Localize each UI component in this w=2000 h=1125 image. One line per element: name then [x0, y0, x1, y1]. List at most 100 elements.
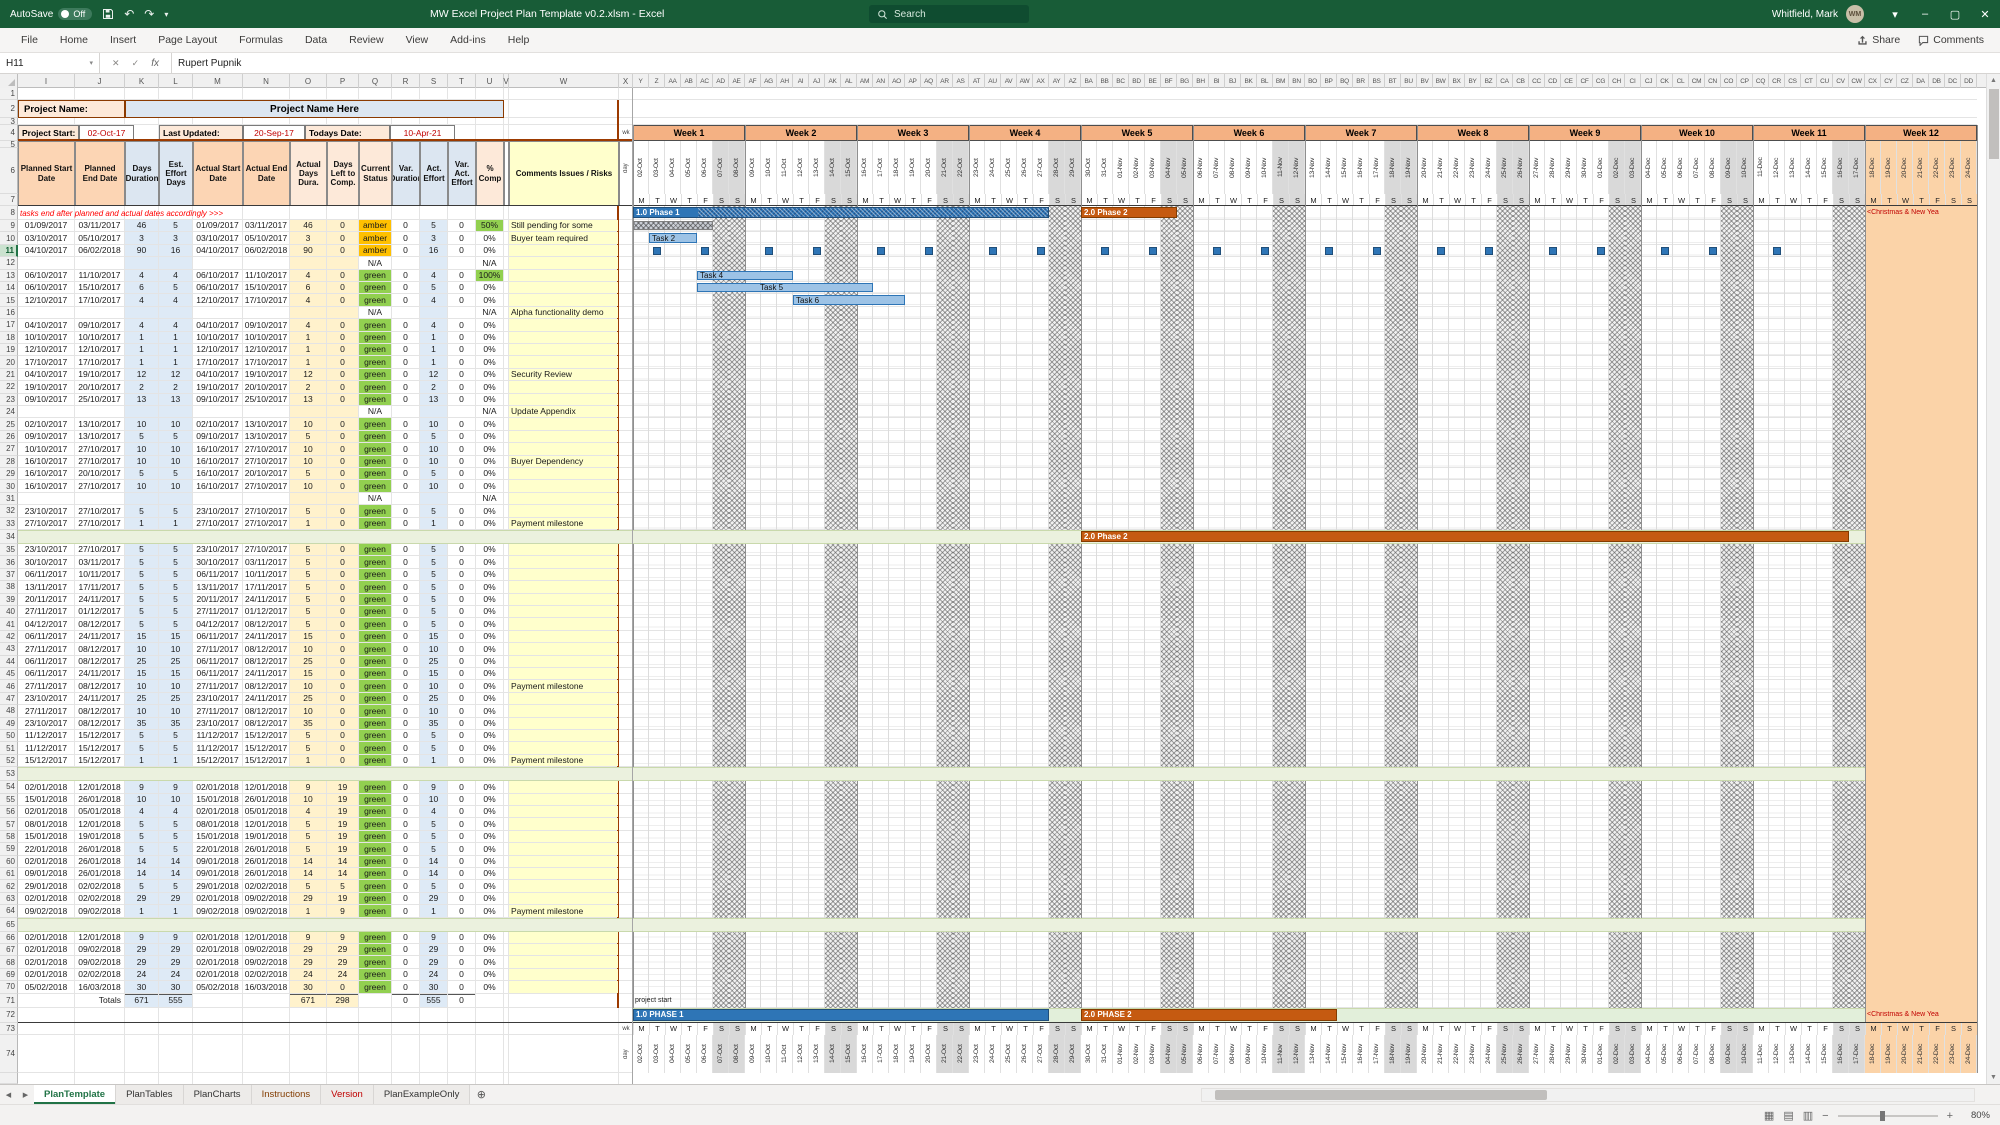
cell[interactable]: 06/02/2018	[75, 245, 124, 256]
cell[interactable]: 08/01/2018	[18, 818, 74, 829]
cell[interactable]: 4	[125, 319, 158, 330]
row-header-3[interactable]: 3	[0, 118, 18, 125]
cell[interactable]: 0	[448, 643, 475, 654]
cell[interactable]	[509, 843, 618, 854]
cell[interactable]: 0	[327, 319, 358, 330]
col-header[interactable]: CK	[1657, 74, 1673, 88]
col-header[interactable]: AT	[969, 74, 985, 88]
cell[interactable]: 12/10/2017	[193, 294, 242, 305]
row-header-43[interactable]: 43	[0, 643, 18, 655]
cell[interactable]: 0	[392, 344, 419, 355]
cell[interactable]	[509, 656, 618, 667]
cell[interactable]: 0%	[476, 569, 503, 580]
col-header[interactable]: BF	[1161, 74, 1177, 88]
col-header-K[interactable]: K	[125, 74, 159, 88]
col-header[interactable]: AJ	[809, 74, 825, 88]
cell[interactable]: 6	[125, 282, 158, 293]
cell[interactable]: 0	[448, 631, 475, 642]
cell[interactable]: 9	[327, 932, 358, 943]
cell[interactable]: 1	[420, 344, 447, 355]
ribbon-tab-help[interactable]: Help	[497, 28, 541, 53]
cell[interactable]: 1	[290, 356, 326, 367]
undo-icon[interactable]: ↶	[124, 7, 134, 21]
cell[interactable]: 0	[392, 730, 419, 741]
close-button[interactable]: ✕	[1970, 0, 2000, 28]
cell[interactable]: Buyer team required	[509, 232, 618, 243]
cell[interactable]: 03/10/2017	[18, 232, 74, 243]
cell[interactable]: 16/10/2017	[193, 443, 242, 454]
cell[interactable]	[509, 631, 618, 642]
sheet-tab-version[interactable]: Version	[321, 1085, 374, 1104]
cell[interactable]	[509, 356, 618, 367]
cell[interactable]: 27/10/2017	[75, 505, 124, 516]
row-header-65[interactable]: 65	[0, 918, 18, 932]
col-header[interactable]: AB	[681, 74, 697, 88]
cell[interactable]: 08/12/2017	[243, 718, 289, 729]
cell[interactable]: 16	[420, 245, 447, 256]
col-header[interactable]: AG	[761, 74, 777, 88]
cell[interactable]: 35	[290, 718, 326, 729]
cell[interactable]: 19/10/2017	[75, 369, 124, 380]
col-header[interactable]: Z	[649, 74, 665, 88]
row-header-50[interactable]: 50	[0, 730, 18, 742]
cell[interactable]	[509, 818, 618, 829]
cell[interactable]: N/A	[359, 493, 391, 504]
cell[interactable]: 10	[420, 680, 447, 691]
col-header[interactable]: BV	[1417, 74, 1433, 88]
cell[interactable]: 0	[448, 381, 475, 392]
cell[interactable]: 23/10/2017	[193, 505, 242, 516]
cell[interactable]	[509, 956, 618, 967]
cell[interactable]: 5	[159, 618, 192, 629]
cell[interactable]: green	[359, 618, 391, 629]
row-header-2[interactable]: 2	[0, 100, 18, 118]
cell[interactable]: 0	[392, 480, 419, 491]
cell[interactable]: 26/01/2018	[75, 868, 124, 879]
cell[interactable]: 14	[327, 856, 358, 867]
cell[interactable]: 5	[125, 818, 158, 829]
cell[interactable]: green	[359, 594, 391, 605]
cell[interactable]: 02/01/2018	[193, 806, 242, 817]
cell[interactable]: 4	[125, 806, 158, 817]
cell[interactable]	[509, 781, 618, 792]
cell[interactable]: 20/11/2017	[193, 594, 242, 605]
col-header[interactable]: CR	[1769, 74, 1785, 88]
cell[interactable]: 0%	[476, 868, 503, 879]
row-header-69[interactable]: 69	[0, 969, 18, 981]
cell[interactable]: 0	[448, 556, 475, 567]
col-header[interactable]: AV	[1001, 74, 1017, 88]
cell[interactable]: 25	[159, 693, 192, 704]
cell[interactable]: 22/01/2018	[193, 843, 242, 854]
cell[interactable]: 5	[125, 431, 158, 442]
row-header-32[interactable]: 32	[0, 505, 18, 517]
cell[interactable]: green	[359, 718, 391, 729]
cell[interactable]	[509, 693, 618, 704]
cell[interactable]: 10	[290, 418, 326, 429]
cell[interactable]: 0%	[476, 956, 503, 967]
cell[interactable]: 0	[392, 282, 419, 293]
search-box[interactable]: Search	[869, 5, 1029, 23]
cell[interactable]: 11/12/2017	[193, 742, 242, 753]
totals-value[interactable]: 0	[392, 994, 419, 1007]
cell[interactable]	[509, 981, 618, 992]
cell[interactable]: 4	[290, 270, 326, 281]
cell[interactable]: 02/01/2018	[18, 806, 74, 817]
cell[interactable]: 0%	[476, 742, 503, 753]
col-header[interactable]: CU	[1817, 74, 1833, 88]
cell[interactable]: 12/01/2018	[75, 818, 124, 829]
cell[interactable]: 0	[448, 794, 475, 805]
row-header-56[interactable]: 56	[0, 806, 18, 818]
cell[interactable]: 25	[420, 656, 447, 667]
col-header[interactable]: AI	[793, 74, 809, 88]
cell[interactable]: 0	[392, 944, 419, 955]
week-header[interactable]: Week 5	[1081, 125, 1193, 141]
col-header[interactable]: BU	[1401, 74, 1417, 88]
col-header[interactable]: BZ	[1481, 74, 1497, 88]
cell[interactable]: 5	[125, 544, 158, 555]
row-header-67[interactable]: 67	[0, 944, 18, 956]
cell[interactable]: 5	[159, 468, 192, 479]
cell[interactable]: 26/01/2018	[243, 868, 289, 879]
cell[interactable]: green	[359, 456, 391, 467]
cell[interactable]: green	[359, 781, 391, 792]
table-header[interactable]: Var. Act. Effort	[448, 141, 476, 206]
cell[interactable]: 0	[327, 594, 358, 605]
